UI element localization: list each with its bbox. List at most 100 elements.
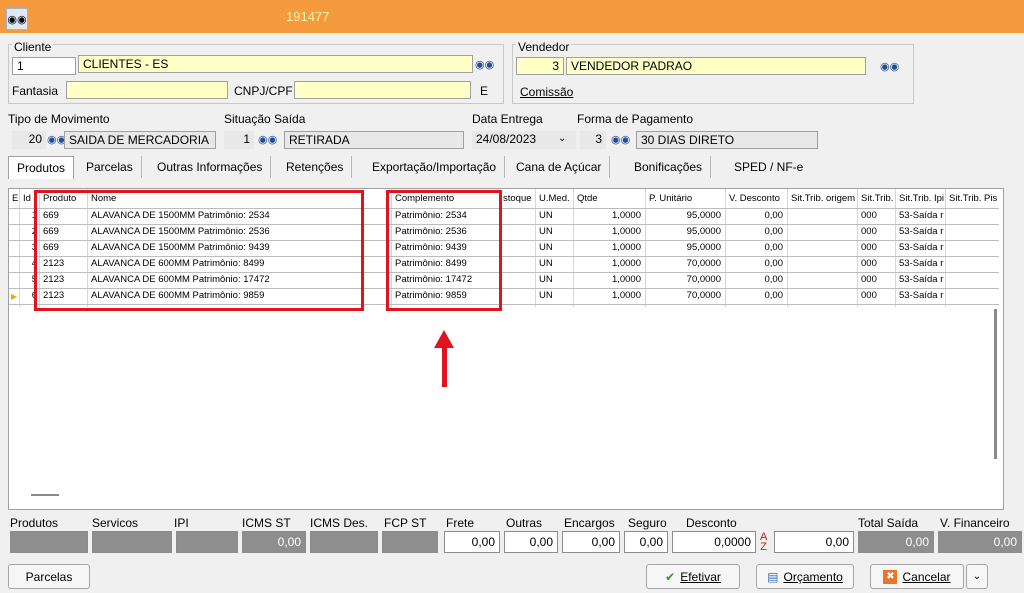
cnpj-label: CNPJ/CPF	[234, 84, 293, 98]
situacao-code-field[interactable]: 1	[224, 131, 254, 149]
col-header-punit[interactable]: P. Unitário	[649, 193, 692, 204]
cliente-search-icon[interactable]: ◉◉	[475, 58, 494, 72]
outras-label: Outras	[506, 516, 543, 530]
title-bar	[0, 0, 1024, 33]
vendedor-search-icon[interactable]: ◉◉	[880, 60, 899, 74]
forma-pagamento-label: Forma de Pagamento	[577, 112, 694, 126]
e-label: E	[480, 84, 489, 98]
cell-vdesc: 0,00	[764, 242, 784, 253]
efetivar-button-label: Efetivar	[680, 569, 721, 584]
tipo-search-icon[interactable]: ◉◉	[47, 133, 66, 147]
cell-vdesc: 0,00	[764, 274, 784, 285]
cell-punit: 95,0000	[686, 210, 721, 221]
chevron-down-icon[interactable]: ⌄	[558, 133, 566, 144]
ipi-field	[176, 531, 238, 553]
outras-field[interactable]: 0,00	[504, 531, 558, 553]
highlight-nome-box	[34, 190, 364, 311]
col-header-sittrib-pis[interactable]: Sit.Trib. Pis	[949, 193, 997, 204]
data-entrega-label: Data Entrega	[472, 112, 543, 126]
col-header-e[interactable]: E	[12, 193, 18, 204]
cell-qtde: 1,0000	[611, 210, 641, 221]
total-saida-label: Total Saída	[858, 516, 919, 530]
grid-splitter[interactable]	[31, 494, 59, 496]
cell-punit: 70,0000	[686, 274, 721, 285]
cell-umed: UN	[539, 242, 553, 253]
tab-retencoes[interactable]: Retenções	[278, 156, 353, 178]
orcamento-button-label: Orçamento	[783, 569, 843, 584]
tab-bonificacoes[interactable]: Bonificações	[626, 156, 712, 178]
parcelas-button-label: Parcelas	[25, 569, 73, 584]
tipo-name-field[interactable]: SAIDA DE MERCADORIA	[64, 131, 216, 149]
col-header-sittrib-origem[interactable]: Sit.Trib. origem	[791, 193, 855, 204]
tab-exportacao-importacao[interactable]: Exportação/Importação	[364, 156, 506, 178]
forma-name-field[interactable]: 30 DIAS DIRETO	[636, 131, 818, 149]
produtos-total-label: Produtos	[10, 516, 59, 530]
cell-sittrib-ipi: 53-Saída r	[899, 242, 944, 253]
col-header-qtde[interactable]: Qtde	[577, 193, 598, 204]
cell-umed: UN	[539, 210, 553, 221]
col-header-id[interactable]: Id	[23, 193, 31, 204]
cell-qtde: 1,0000	[611, 290, 641, 301]
encargos-field[interactable]: 0,00	[562, 531, 620, 553]
seguro-label: Seguro	[628, 516, 667, 530]
situacao-search-icon[interactable]: ◉◉	[258, 133, 277, 147]
sort-az-icon[interactable]: AZ	[760, 532, 767, 553]
binoculars-icon[interactable]: ◉◉	[6, 8, 28, 30]
servicos-label: Servicos	[92, 516, 139, 530]
col-header-sittrib[interactable]: Sit.Trib.	[861, 193, 893, 204]
col-header-sittrib-ipi[interactable]: Sit.Trib. Ipi	[899, 193, 944, 204]
cancelar-button-label: Cancelar	[902, 569, 951, 584]
highlight-complemento-box	[386, 190, 502, 311]
encargos-label: Encargos	[564, 516, 615, 530]
cliente-code-field[interactable]: 1	[12, 57, 76, 75]
col-header-estoque[interactable]: stoque	[503, 193, 532, 204]
forma-search-icon[interactable]: ◉◉	[611, 133, 630, 147]
cell-sittrib: 000	[861, 210, 877, 221]
icms-des-field	[310, 531, 378, 553]
desconto-percent-field[interactable]: 0,0000	[672, 531, 756, 553]
cell-sittrib: 000	[861, 242, 877, 253]
cell-qtde: 1,0000	[611, 258, 641, 269]
total-saida-field: 0,00	[858, 531, 934, 553]
vendedor-name-field[interactable]: VENDEDOR PADRAO	[566, 57, 866, 75]
cell-punit: 95,0000	[686, 242, 721, 253]
v-financeiro-label: V. Financeiro	[940, 516, 1010, 530]
cell-punit: 70,0000	[686, 258, 721, 269]
cell-sittrib: 000	[861, 226, 877, 237]
col-header-vdesc[interactable]: V. Desconto	[729, 193, 780, 204]
comissao-label[interactable]: Comissão	[520, 85, 573, 99]
chevron-down-icon: ⌄	[972, 571, 982, 582]
cell-punit: 70,0000	[686, 290, 721, 301]
tab-parcelas[interactable]: Parcelas	[78, 156, 142, 178]
seguro-field[interactable]: 0,00	[624, 531, 668, 553]
current-row-indicator-icon: ▶	[11, 292, 18, 301]
tab-sped-nfe[interactable]: SPED / NF-e	[726, 156, 811, 178]
cancelar-dropdown-button[interactable]: ⌄	[966, 564, 988, 589]
col-header-umed[interactable]: U.Med.	[539, 193, 570, 204]
tab-produtos[interactable]: Produtos	[8, 156, 75, 179]
efetivar-button[interactable]: ✔ Efetivar	[646, 564, 740, 589]
fantasia-field[interactable]	[66, 81, 228, 99]
produtos-total-field	[10, 531, 88, 553]
desconto-value-field[interactable]: 0,00	[774, 531, 854, 553]
tipo-code-field[interactable]: 20	[12, 131, 46, 149]
vendedor-label: Vendedor	[516, 40, 572, 54]
situacao-name-field[interactable]: RETIRADA	[284, 131, 464, 149]
orcamento-button[interactable]: ▤ Orçamento	[756, 564, 854, 589]
tab-cana-de-acucar[interactable]: Cana de Açúcar	[508, 156, 611, 178]
cliente-name-field[interactable]: CLIENTES - ES	[78, 55, 473, 73]
cell-umed: UN	[539, 258, 553, 269]
vendedor-code-field[interactable]: 3	[516, 57, 564, 75]
cell-umed: UN	[539, 274, 553, 285]
cnpj-field[interactable]	[294, 81, 471, 99]
frete-field[interactable]: 0,00	[444, 531, 500, 553]
cell-vdesc: 0,00	[764, 210, 784, 221]
frete-label: Frete	[446, 516, 475, 530]
forma-code-field[interactable]: 3	[580, 131, 606, 149]
grid-scrollbar[interactable]	[994, 309, 997, 459]
parcelas-button[interactable]: Parcelas	[8, 564, 90, 589]
tab-outras-informacoes[interactable]: Outras Informações	[149, 156, 272, 178]
cell-umed: UN	[539, 226, 553, 237]
icms-des-label: ICMS Des.	[310, 516, 369, 530]
cancelar-button[interactable]: ✖ Cancelar	[870, 564, 964, 589]
